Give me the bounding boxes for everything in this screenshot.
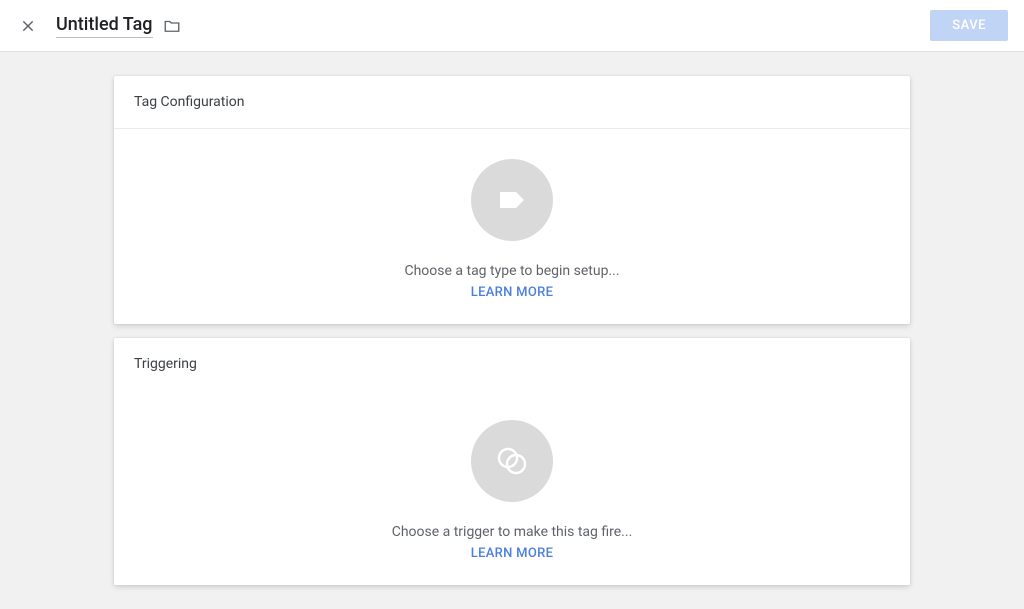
save-button[interactable]: SAVE <box>930 10 1008 41</box>
folder-icon[interactable] <box>163 17 181 35</box>
overlap-circles-icon <box>494 443 530 479</box>
tag-icon <box>494 182 530 218</box>
tag-title-input[interactable]: Untitled Tag <box>56 14 153 38</box>
content-area: Tag Configuration Choose a tag type to b… <box>0 52 1024 609</box>
tag-config-learn-more-link[interactable]: LEARN MORE <box>471 285 553 300</box>
triggering-learn-more-link[interactable]: LEARN MORE <box>471 546 553 561</box>
triggering-card: Triggering Choose a trigger to make this… <box>114 338 910 585</box>
title-area: Untitled Tag <box>56 14 930 38</box>
close-icon <box>20 18 36 34</box>
triggering-header: Triggering <box>114 338 910 390</box>
tag-config-header: Tag Configuration <box>114 76 910 129</box>
triggering-icon-circle <box>471 420 553 502</box>
tag-config-body[interactable]: Choose a tag type to begin setup... LEAR… <box>114 129 910 324</box>
tag-configuration-card: Tag Configuration Choose a tag type to b… <box>114 76 910 324</box>
tag-config-icon-circle <box>471 159 553 241</box>
header-bar: Untitled Tag SAVE <box>0 0 1024 52</box>
close-button[interactable] <box>16 14 40 38</box>
triggering-prompt: Choose a trigger to make this tag fire..… <box>392 524 633 540</box>
tag-config-prompt: Choose a tag type to begin setup... <box>404 263 619 279</box>
triggering-body[interactable]: Choose a trigger to make this tag fire..… <box>114 390 910 585</box>
